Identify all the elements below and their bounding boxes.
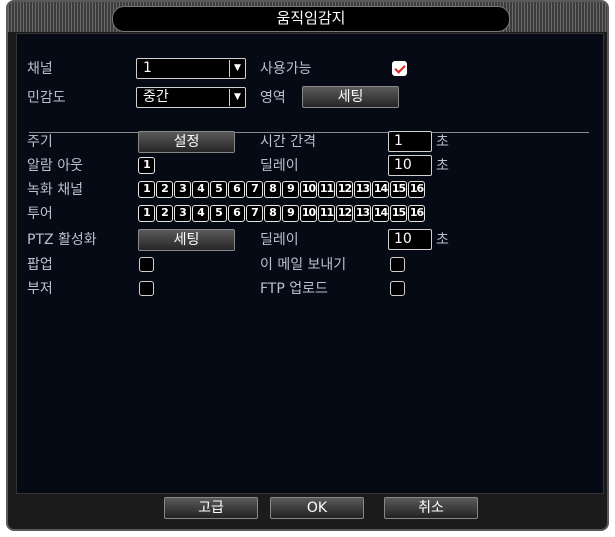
ptz-delay-label: 딜레이: [260, 232, 299, 248]
email-checkbox[interactable]: [390, 257, 405, 272]
tour-channel-toggle[interactable]: 5: [210, 205, 227, 222]
alarm-delay-input[interactable]: 10: [388, 155, 432, 176]
record-channel-toggle[interactable]: 11: [318, 181, 335, 198]
ok-button[interactable]: OK: [270, 497, 364, 519]
record-channel-toggle[interactable]: 2: [156, 181, 173, 198]
tour-channel-toggle[interactable]: 15: [390, 205, 407, 222]
tour-channel-toggle[interactable]: 1: [138, 205, 155, 222]
sensitivity-select-value: 중간: [143, 89, 169, 105]
region-label: 영역: [260, 90, 286, 106]
sensitivity-label: 민감도: [27, 90, 66, 106]
chevron-down-icon[interactable]: ▼: [229, 89, 245, 106]
record-channel-toggle[interactable]: 16: [408, 181, 425, 198]
advanced-button[interactable]: 고급: [164, 497, 258, 519]
channel-select-value: 1: [143, 60, 152, 76]
buzzer-checkbox[interactable]: [139, 281, 154, 296]
record-channel-toggle[interactable]: 6: [228, 181, 245, 198]
record-channel-toggle[interactable]: 7: [246, 181, 263, 198]
tour-channel-toggle[interactable]: 7: [246, 205, 263, 222]
enable-label: 사용가능: [260, 61, 312, 77]
dialog-footer: 고급 OK 취소: [20, 492, 600, 524]
ptz-label: PTZ 활성화: [27, 232, 97, 248]
alarm-delay-unit: 초: [436, 158, 449, 174]
ptz-delay-unit: 초: [436, 232, 449, 248]
tour-channel-toggle[interactable]: 11: [318, 205, 335, 222]
tour-channel-toggle[interactable]: 14: [372, 205, 389, 222]
record-channel-toggle[interactable]: 9: [282, 181, 299, 198]
region-setup-button[interactable]: 세팅: [302, 86, 399, 108]
ftp-label: FTP 업로드: [260, 281, 328, 297]
period-setup-button[interactable]: 설정: [138, 131, 235, 153]
tour-channel-toggle[interactable]: 8: [264, 205, 281, 222]
channel-select[interactable]: 1 ▼: [136, 58, 246, 79]
interval-unit: 초: [436, 134, 449, 150]
ptz-setup-button[interactable]: 세팅: [138, 229, 235, 251]
interval-input[interactable]: 1: [388, 131, 432, 152]
tour-channel-toggle[interactable]: 12: [336, 205, 353, 222]
tour-channel-toggle[interactable]: 6: [228, 205, 245, 222]
tour-channel-toggle[interactable]: 13: [354, 205, 371, 222]
period-label: 주기: [27, 134, 53, 150]
record-channel-toggle[interactable]: 5: [210, 181, 227, 198]
alarm-out-toggle[interactable]: 1: [138, 157, 155, 174]
tour-channel-toggle[interactable]: 16: [408, 205, 425, 222]
ptz-delay-input[interactable]: 10: [388, 229, 432, 250]
record-channel-toggle[interactable]: 8: [264, 181, 281, 198]
record-channel-label: 녹화 채널: [27, 182, 83, 198]
email-label: 이 메일 보내기: [260, 257, 347, 273]
channel-label: 채널: [27, 61, 53, 77]
popup-label: 팝업: [27, 257, 53, 273]
record-channel-toggle[interactable]: 3: [174, 181, 191, 198]
record-channel-toggle[interactable]: 4: [192, 181, 209, 198]
interval-label: 시간 간격: [260, 134, 316, 150]
tour-channel-toggle[interactable]: 4: [192, 205, 209, 222]
cancel-button[interactable]: 취소: [384, 497, 478, 519]
tour-channel-toggle[interactable]: 3: [174, 205, 191, 222]
settings-panel: 채널 1 ▼ 사용가능 민감도 중간 ▼ 영역 세팅 주기 설정 시간 간격 1…: [16, 33, 604, 494]
record-channel-toggle[interactable]: 14: [372, 181, 389, 198]
alarm-delay-label: 딜레이: [260, 158, 299, 174]
chevron-down-icon[interactable]: ▼: [229, 60, 245, 77]
buzzer-label: 부저: [27, 281, 53, 297]
title-bar: 움직임감지: [6, 0, 609, 32]
alarm-out-label: 알람 아웃: [27, 158, 83, 174]
record-channel-toggle[interactable]: 12: [336, 181, 353, 198]
popup-checkbox[interactable]: [139, 257, 154, 272]
ftp-checkbox[interactable]: [390, 281, 405, 296]
tour-channel-toggle[interactable]: 2: [156, 205, 173, 222]
record-channel-toggle[interactable]: 10: [300, 181, 317, 198]
record-channel-toggle[interactable]: 13: [354, 181, 371, 198]
record-channel-list: 1 2 3 4 5 6 7 8 9 10 11 12 13 14 15 16: [138, 181, 425, 198]
tour-channel-list: 1 2 3 4 5 6 7 8 9 10 11 12 13 14 15 16: [138, 205, 425, 222]
record-channel-toggle[interactable]: 15: [390, 181, 407, 198]
tour-label: 투어: [27, 206, 53, 222]
sensitivity-select[interactable]: 중간 ▼: [136, 87, 246, 108]
tour-channel-toggle[interactable]: 9: [282, 205, 299, 222]
enable-checkbox[interactable]: [392, 61, 407, 76]
record-channel-toggle[interactable]: 1: [138, 181, 155, 198]
tour-channel-toggle[interactable]: 10: [300, 205, 317, 222]
dialog-title: 움직임감지: [112, 6, 510, 32]
